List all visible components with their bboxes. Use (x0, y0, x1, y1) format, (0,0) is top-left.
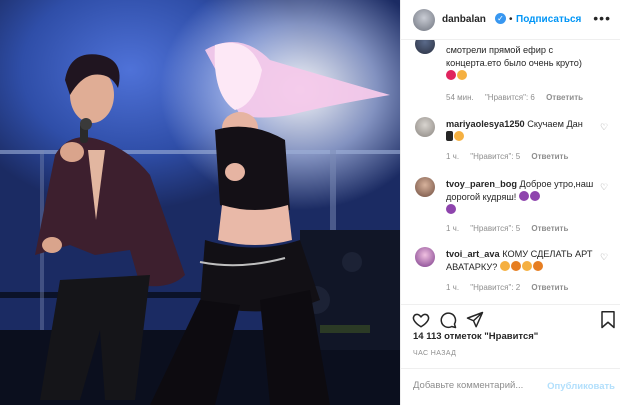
reply-button[interactable]: Ответить (531, 224, 568, 233)
comment-time[interactable]: 1 ч. (446, 224, 459, 233)
verified-badge-icon: ✓ (495, 13, 506, 24)
comment-likes[interactable]: "Нравится": 5 (470, 224, 520, 233)
header-separator: • (509, 14, 513, 25)
comment-likes[interactable]: "Нравится": 5 (470, 152, 520, 161)
purple-heart-emoji-icon (446, 204, 456, 214)
post-header: danbalan ✓ • Подписаться ••• (401, 0, 620, 40)
comment-input[interactable] (413, 380, 543, 391)
concert-photo-illustration (0, 42, 400, 405)
comment-body: Скучаем Дан (527, 119, 583, 129)
likes-count[interactable]: 14 113 отметок "Нравится" (413, 331, 538, 342)
post-photo[interactable] (0, 0, 400, 405)
smile-emoji-icon (499, 261, 510, 271)
author-username[interactable]: danbalan (442, 14, 486, 25)
comment-meta: 54 мин. "Нравится": 6 Ответить (446, 93, 592, 102)
post-side-panel: danbalan ✓ • Подписаться ••• смотрели пр… (400, 0, 620, 405)
comment-body: смотрели прямой ефир с концерта.ето было… (446, 45, 582, 68)
like-comment-heart-icon[interactable]: ♡ (600, 252, 608, 263)
comment-text: tvoy_paren_bog Доброе утро,наш дорогой к… (446, 178, 596, 217)
like-comment-heart-icon[interactable]: ♡ (600, 122, 608, 133)
smile-emoji-icon (521, 261, 532, 271)
publish-button[interactable]: Опубликовать (547, 381, 615, 392)
like-comment-heart-icon[interactable]: ♡ (600, 182, 608, 193)
add-comment-bar: Опубликовать (401, 368, 620, 405)
purple-heart-emoji-icon (518, 191, 529, 201)
commenter-avatar[interactable] (415, 40, 435, 54)
comment-time[interactable]: 1 ч. (446, 152, 459, 161)
comment-time[interactable]: 54 мин. (446, 93, 474, 102)
comment-username[interactable]: mariyaolesya1250 (446, 119, 525, 129)
comment-meta: 1 ч. "Нравится": 5 Ответить (446, 152, 577, 161)
heart-emoji-icon (446, 70, 456, 80)
more-horizontal-icon[interactable]: ••• (593, 10, 611, 26)
bookmark-icon[interactable] (600, 311, 616, 334)
reply-button[interactable]: Ответить (531, 152, 568, 161)
follow-button[interactable]: Подписаться (516, 14, 581, 25)
commenter-avatar[interactable] (415, 247, 435, 267)
black-heart-emoji-icon (446, 131, 453, 141)
author-avatar[interactable] (413, 9, 435, 31)
purple-heart-emoji-icon (529, 191, 540, 201)
fire-emoji-icon (532, 261, 543, 271)
smile-emoji-icon (457, 70, 467, 80)
comment-time[interactable]: 1 ч. (446, 283, 459, 292)
comment-text: tvoi_art_ava КОМУ СДЕЛАТЬ АРТ АВАТАРКУ? (446, 248, 596, 274)
comment-meta: 1 ч. "Нравится": 2 Ответить (446, 283, 577, 292)
commenter-avatar[interactable] (415, 177, 435, 197)
comment-username[interactable]: tvoi_art_ava (446, 249, 500, 259)
comment-text: смотрели прямой ефир с концерта.ето было… (446, 44, 596, 83)
smile-emoji-icon (454, 131, 464, 141)
comment-likes[interactable]: "Нравится": 2 (470, 283, 520, 292)
comment-text: mariyaolesya1250 Скучаем Дан (446, 118, 596, 144)
comment-meta: 1 ч. "Нравится": 5 Ответить (446, 224, 577, 233)
comment-username[interactable]: tvoy_paren_bog (446, 179, 517, 189)
commenter-avatar[interactable] (415, 117, 435, 137)
comments-list[interactable]: смотрели прямой ефир с концерта.ето было… (401, 40, 620, 302)
reply-button[interactable]: Ответить (546, 93, 583, 102)
fire-emoji-icon (510, 261, 521, 271)
reply-button[interactable]: Ответить (531, 283, 568, 292)
post-timestamp[interactable]: ЧАС НАЗАД (413, 350, 456, 357)
comment-likes[interactable]: "Нравится": 6 (485, 93, 535, 102)
